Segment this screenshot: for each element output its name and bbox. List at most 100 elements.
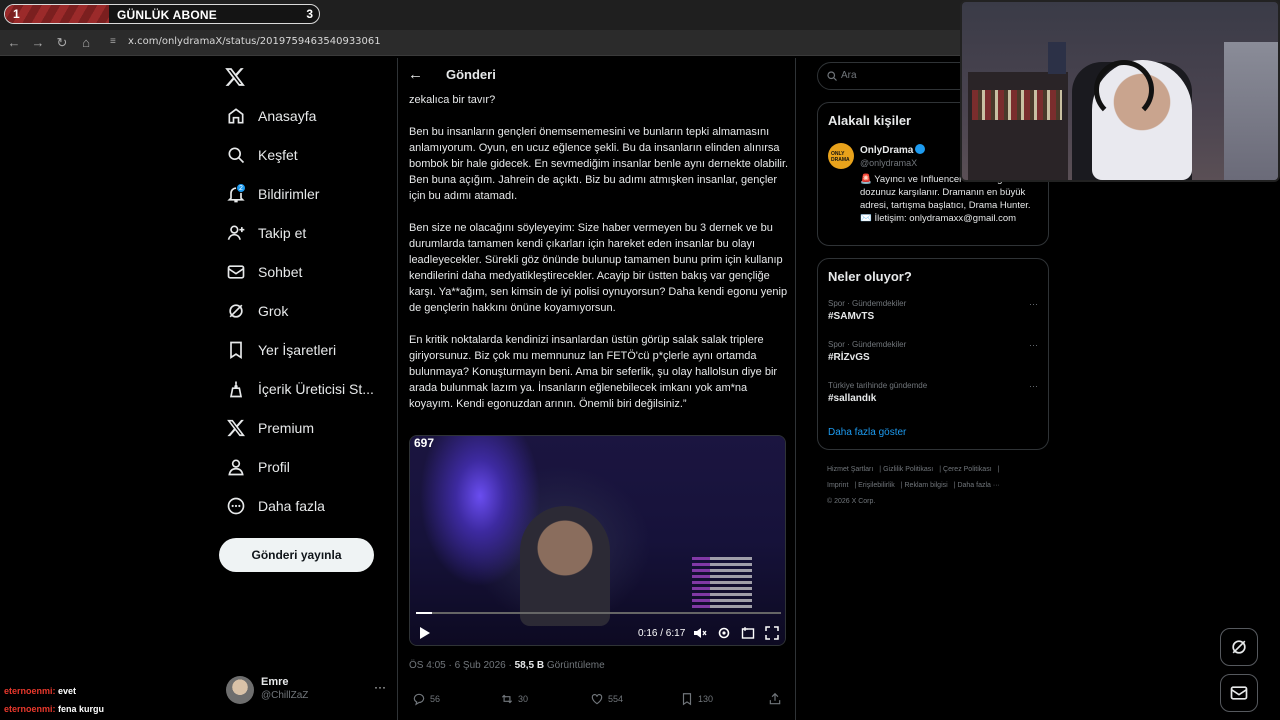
- repost-count: 30: [518, 694, 529, 704]
- nav-label: Daha fazla: [258, 498, 325, 514]
- back-icon[interactable]: ←: [6, 35, 22, 51]
- trend-item[interactable]: Türkiye tarihinde gündemde #sallandık ··…: [828, 381, 1038, 404]
- search-icon: [228, 147, 245, 164]
- nav-item-home[interactable]: Anasayfa: [226, 102, 316, 130]
- reload-icon[interactable]: ↻: [54, 35, 70, 51]
- profile-icon: [228, 459, 244, 476]
- search-input[interactable]: Ara: [817, 62, 977, 90]
- goal-target-count: 3: [306, 7, 313, 21]
- footer-link[interactable]: Imprint: [827, 482, 848, 489]
- search-icon: [827, 71, 837, 81]
- account-switcher[interactable]: Emre @ChillZaZ ···: [226, 676, 386, 706]
- repost-button[interactable]: 30: [500, 692, 528, 706]
- footer-link[interactable]: Hizmet Şartları: [827, 466, 873, 473]
- video-streamer-figure: [520, 506, 610, 626]
- url-field[interactable]: x.com/onlydramaX/status/2019759463540933…: [128, 36, 381, 47]
- picture-in-picture-icon[interactable]: [741, 626, 755, 640]
- video-progress-bar[interactable]: [416, 612, 781, 614]
- nav-item-creator-studio[interactable]: İçerik Üreticisi St...: [226, 375, 374, 403]
- more-icon[interactable]: ···: [1029, 381, 1038, 391]
- related-person-name[interactable]: OnlyDrama: [860, 144, 926, 156]
- mail-icon: [227, 265, 245, 279]
- footer-link[interactable]: Çerez Politikası: [943, 466, 992, 473]
- video-chat-overlay: [692, 554, 752, 611]
- bookmark-icon: [682, 693, 692, 706]
- nav-item-grok[interactable]: Grok: [226, 297, 288, 325]
- site-info-icon[interactable]: ≡: [110, 36, 122, 48]
- x-logo-icon: [227, 419, 245, 437]
- trend-name: #RİZvGS: [828, 352, 870, 363]
- tweet-timestamp[interactable]: ÖS 4:05 · 6 Şub 2026 ·: [409, 660, 515, 671]
- tweet-actions: 56 30 554 130: [398, 692, 795, 712]
- post-button[interactable]: Gönderi yayınla: [219, 538, 374, 572]
- footer-link[interactable]: Erişilebilirlik: [858, 482, 895, 489]
- grok-icon: [229, 304, 243, 318]
- footer-link[interactable]: Reklam bilgisi: [905, 482, 948, 489]
- back-arrow-icon[interactable]: ←: [408, 66, 423, 83]
- nav-item-premium[interactable]: Premium: [226, 414, 314, 442]
- avatar[interactable]: ONLY DRAMA: [828, 143, 854, 169]
- tweet-paragraph: zekalıca bir tavır?: [409, 94, 496, 106]
- fullscreen-icon[interactable]: [765, 626, 779, 640]
- chat-message: eternoenmi: evet: [4, 686, 76, 696]
- home-button-icon[interactable]: ⌂: [78, 35, 94, 51]
- webcam-poster: [1048, 42, 1066, 74]
- nav-label: Keşfet: [258, 147, 298, 163]
- tweet-meta: ÖS 4:05 · 6 Şub 2026 · 58,5 B Görüntülem…: [409, 660, 605, 671]
- account-handle: @ChillZaZ: [261, 690, 309, 701]
- video-player[interactable]: 697 0:16 / 6:17: [409, 435, 786, 646]
- trends-card: Neler oluyor? Spor · Gündemdekiler #SAMv…: [817, 258, 1049, 450]
- left-navigation: Anasayfa Keşfet 2 Bildirimler Takip et S…: [216, 58, 396, 720]
- nav-item-profile[interactable]: Profil: [226, 453, 290, 481]
- nav-item-more[interactable]: Daha fazla: [226, 492, 325, 520]
- play-icon[interactable]: [419, 626, 431, 640]
- goal-title: GÜNLÜK ABONE: [117, 8, 217, 22]
- reply-button[interactable]: 56: [412, 692, 440, 706]
- related-person-handle: @onlydramaX: [860, 158, 918, 168]
- tweet-views: 58,5 B: [514, 660, 545, 671]
- trend-name: #sallandık: [828, 393, 877, 404]
- nav-label: Profil: [258, 459, 290, 475]
- video-progress-fill: [416, 612, 432, 614]
- webcam-books: [972, 90, 1062, 120]
- trend-category: Türkiye tarihinde gündemde: [828, 381, 928, 390]
- like-count: 554: [608, 694, 624, 704]
- page-title: Gönderi: [446, 67, 496, 82]
- copyright: © 2026 X Corp.: [827, 498, 876, 505]
- related-people-title: Alakalı kişiler: [828, 113, 912, 128]
- person-name-text: OnlyDrama: [860, 145, 914, 156]
- settings-gear-icon[interactable]: [717, 626, 731, 640]
- trend-name: #SAMvTS: [828, 311, 875, 322]
- footer-link[interactable]: Daha fazla ···: [957, 482, 999, 489]
- footer-link[interactable]: Gizlilik Politikası: [883, 466, 933, 473]
- tweet-paragraph: Ben bu insanların gençleri önemsememesin…: [409, 126, 789, 202]
- nav-item-notifications[interactable]: 2 Bildirimler: [226, 180, 319, 208]
- like-button[interactable]: 554: [590, 692, 623, 706]
- bookmark-icon: [230, 341, 242, 360]
- nav-item-explore[interactable]: Keşfet: [226, 141, 298, 169]
- nav-item-follow[interactable]: Takip et: [226, 219, 306, 247]
- mute-icon[interactable]: [693, 626, 707, 640]
- repost-icon: [501, 694, 513, 704]
- x-logo-icon[interactable]: [224, 66, 246, 88]
- video-viewer-count: 697: [414, 436, 435, 450]
- main-header: ← Gönderi: [398, 58, 795, 92]
- nav-item-bookmarks[interactable]: Yer İşaretleri: [226, 336, 336, 364]
- trend-item[interactable]: Spor · Gündemdekiler #RİZvGS ···: [828, 340, 1038, 363]
- tweet-views-label: Görüntüleme: [544, 660, 605, 671]
- grok-floating-button[interactable]: [1220, 628, 1258, 666]
- chat-text: fena kurgu: [55, 704, 105, 714]
- more-icon[interactable]: ···: [1029, 340, 1038, 350]
- trend-item[interactable]: Spor · Gündemdekiler #SAMvTS ···: [828, 299, 1038, 322]
- bookmark-button[interactable]: 130: [680, 692, 713, 706]
- webcam-overlay: [960, 0, 1280, 182]
- reply-count: 56: [430, 694, 441, 704]
- more-icon[interactable]: ···: [374, 680, 386, 694]
- more-icon[interactable]: ···: [1029, 299, 1038, 309]
- show-more-link[interactable]: Daha fazla göster: [828, 427, 906, 438]
- nav-item-chat[interactable]: Sohbet: [226, 258, 302, 286]
- forward-icon[interactable]: →: [30, 35, 46, 51]
- share-button[interactable]: [768, 692, 786, 706]
- messages-floating-button[interactable]: [1220, 674, 1258, 712]
- mail-icon: [1230, 686, 1248, 700]
